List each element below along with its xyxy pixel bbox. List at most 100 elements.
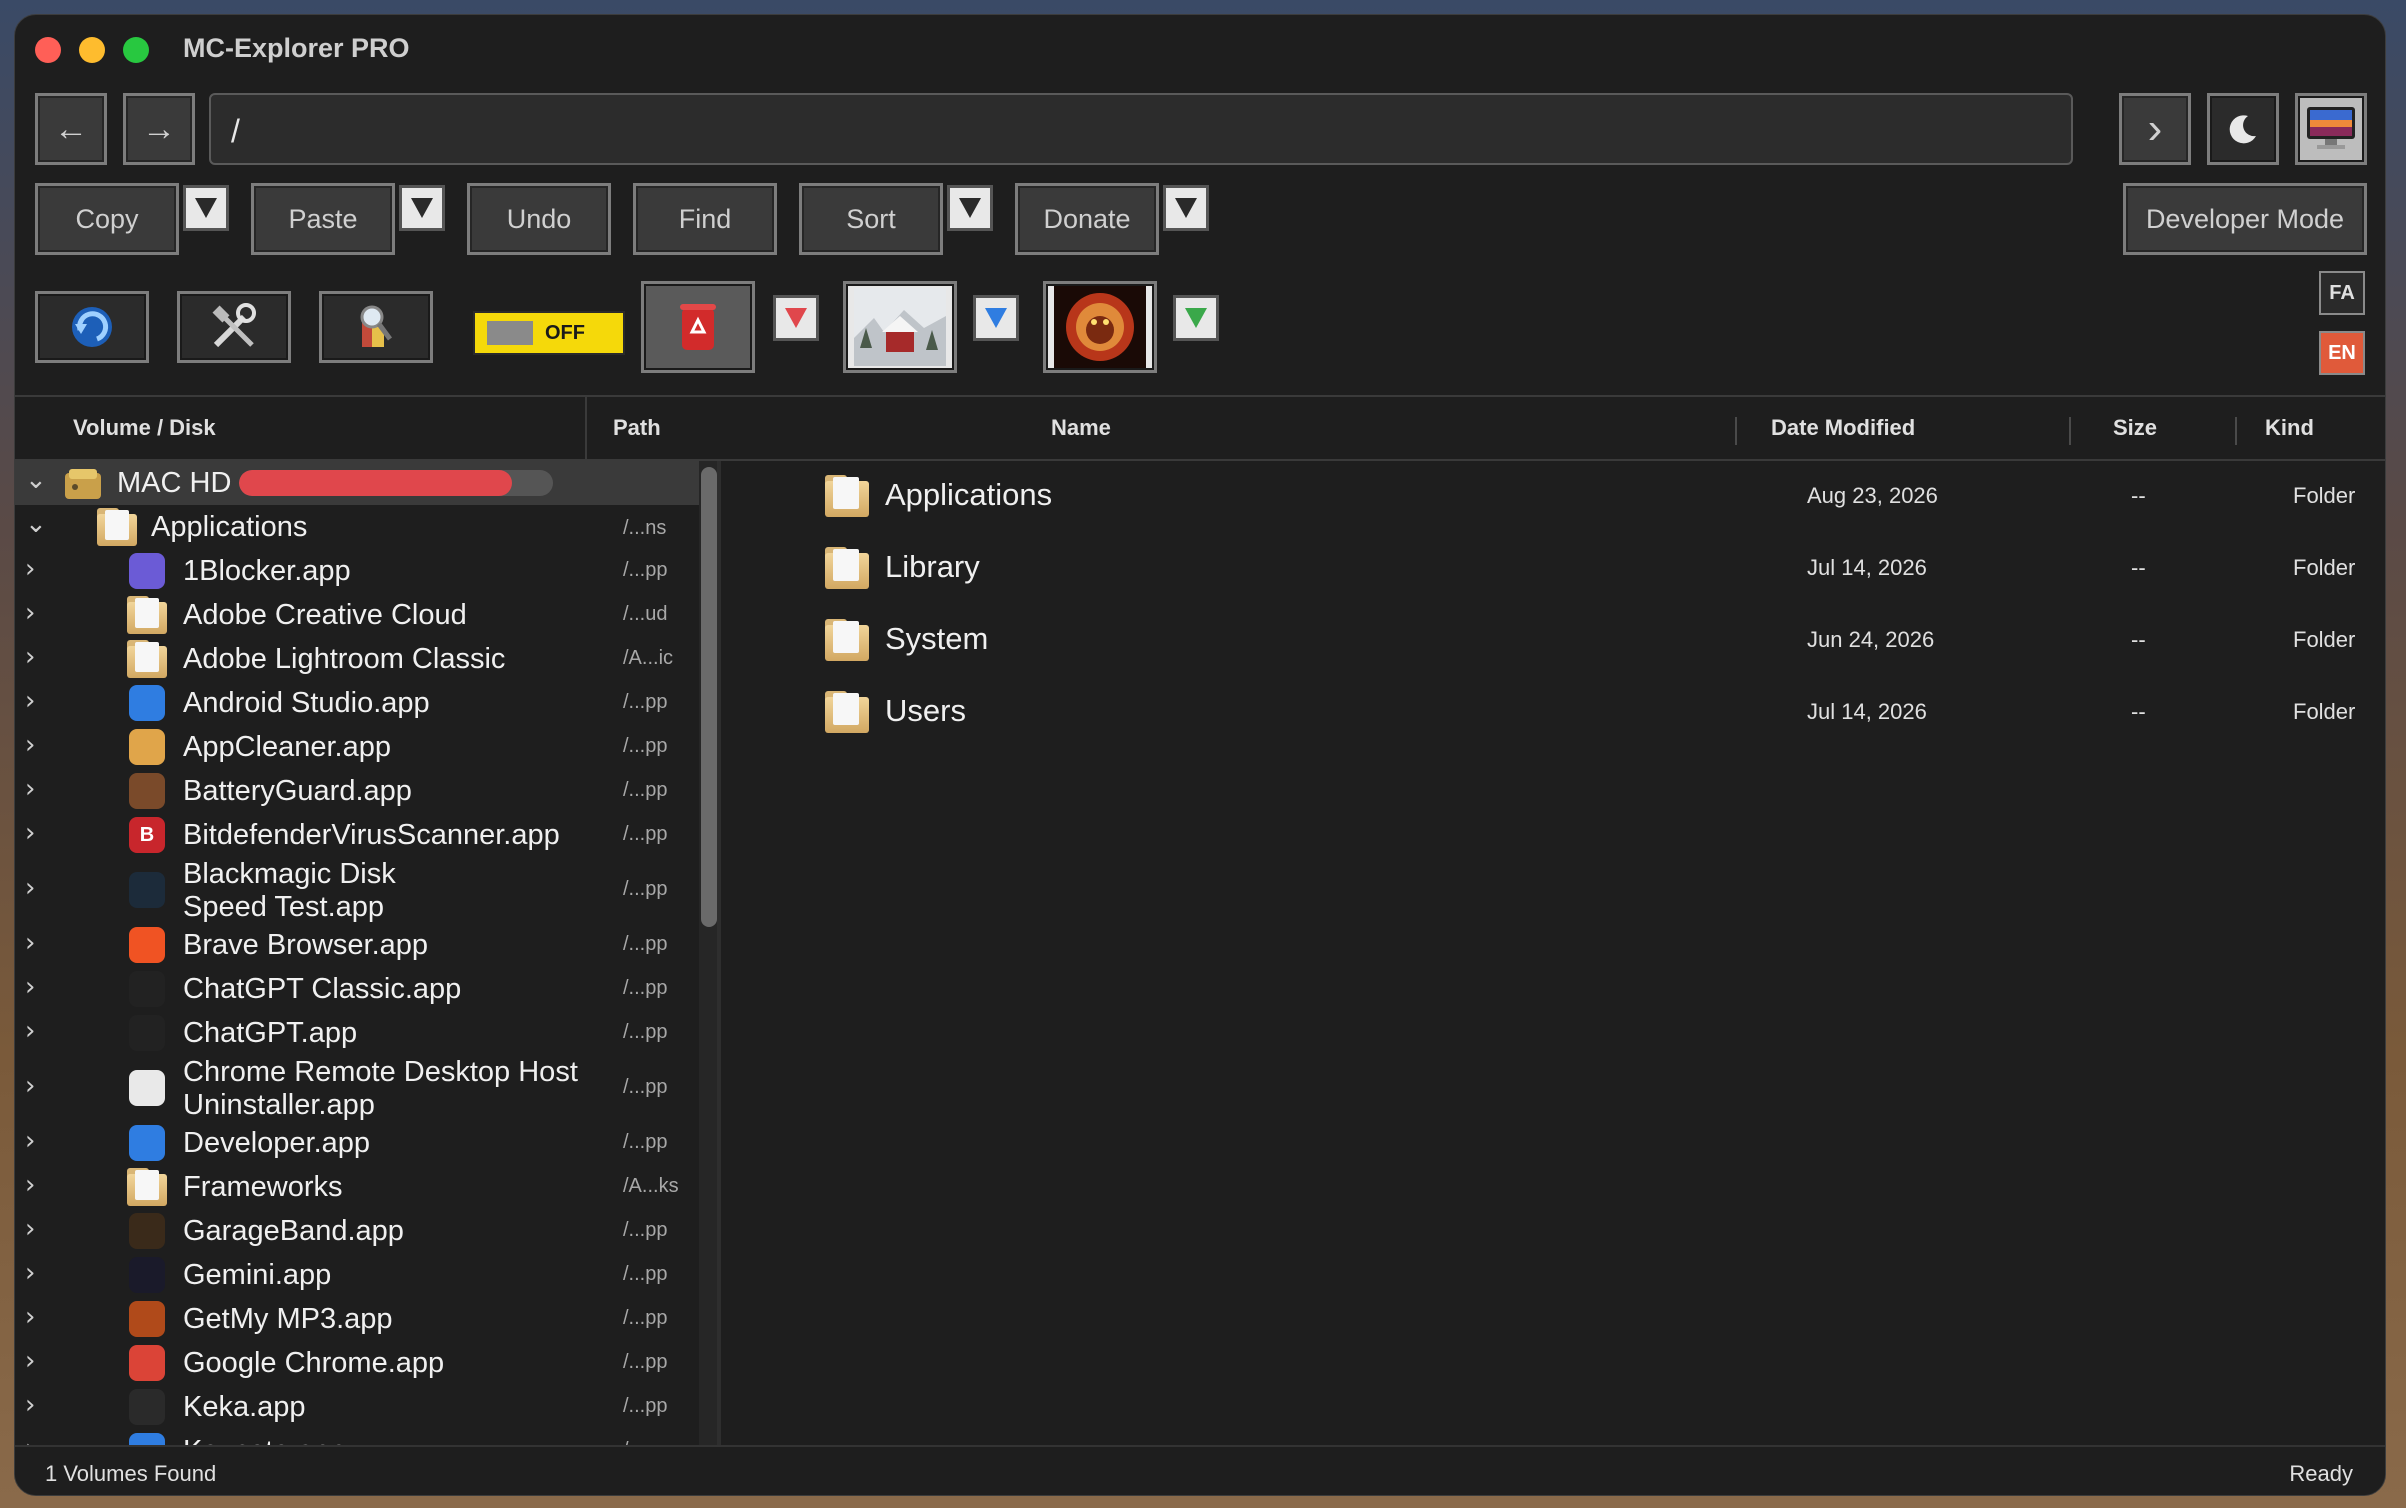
tree-item-label: Android Studio.app [183,687,430,719]
theme-dropdown[interactable] [1173,295,1219,341]
chevron-right-icon[interactable]: › [25,1302,35,1332]
power-toggle[interactable]: OFF [473,311,625,355]
tree-row[interactable]: › Google Chrome.app /...pp [15,1341,695,1385]
tree-row[interactable]: › 1Blocker.app /...pp [15,549,695,593]
chevron-right-icon[interactable]: › [25,1126,35,1156]
tree-row[interactable]: › ChatGPT Classic.app /...pp [15,967,695,1011]
tree-row[interactable]: › Brave Browser.app /...pp [15,923,695,967]
chevron-right-icon[interactable]: › [25,642,35,672]
tree-row[interactable]: › BatteryGuard.app /...pp [15,769,695,813]
tree-row[interactable]: › Blackmagic Disk Speed Test.app /...pp [15,857,695,923]
trash-button[interactable] [641,281,755,373]
copy-dropdown[interactable] [183,185,229,231]
paste-dropdown[interactable] [399,185,445,231]
chevron-right-icon[interactable]: › [25,554,35,584]
close-button[interactable] [35,37,61,63]
size-column-header[interactable]: Size [2113,415,2157,441]
sort-button[interactable]: Sort [799,183,943,255]
kind-column-header[interactable]: Kind [2265,415,2314,441]
trash-dropdown[interactable] [773,295,819,341]
column-divider[interactable] [2069,417,2071,445]
donate-dropdown[interactable] [1163,185,1209,231]
file-name: Applications [885,477,1053,512]
pane-divider[interactable] [717,461,721,1457]
chevron-down-icon[interactable]: ⌄ [25,465,47,495]
tree-item-label: ChatGPT.app [183,1017,358,1049]
lang-en-button[interactable]: EN [2319,331,2365,375]
dark-mode-button[interactable] [2207,93,2279,165]
chevron-right-icon[interactable]: › [25,598,35,628]
volume-column-header[interactable]: Volume / Disk [73,415,216,441]
folder-icon [825,691,869,733]
tree-row[interactable]: › Adobe Creative Cloud /...ud [15,593,695,637]
theme-lion-button[interactable] [1043,281,1157,373]
volume-row[interactable]: ⌄ MAC HD [15,461,699,505]
chevron-right-icon[interactable]: › [25,1258,35,1288]
chevron-right-icon[interactable]: › [25,1346,35,1376]
tools-button[interactable] [177,291,291,363]
tree-row[interactable]: › ChatGPT.app /...pp [15,1011,695,1055]
tree-row[interactable]: › GarageBand.app /...pp [15,1209,695,1253]
column-divider[interactable] [1735,417,1737,445]
column-divider[interactable] [585,395,587,461]
dropdown-arrow-icon [1175,198,1197,218]
inspector-button[interactable] [319,291,433,363]
file-row[interactable]: System Jun 24, 2026 -- Folder [735,609,2375,671]
winter-house-image [854,288,946,366]
chevron-right-icon[interactable]: › [25,1170,35,1200]
tree-row[interactable]: › Android Studio.app /...pp [15,681,695,725]
wallpaper-winter-button[interactable] [843,281,957,373]
tree-item-label: Developer.app [183,1127,371,1159]
forward-button[interactable]: → [123,93,195,165]
lang-fa-button[interactable]: FA [2319,271,2365,315]
tree-row[interactable]: › GetMy MP3.app /...pp [15,1297,695,1341]
refresh-button[interactable] [35,291,149,363]
donate-button[interactable]: Donate [1015,183,1159,255]
chevron-right-icon[interactable]: › [25,818,35,848]
chatgpt-icon [129,1015,165,1051]
zoom-button[interactable] [123,37,149,63]
chevron-right-icon[interactable]: › [25,873,35,903]
file-date: Jul 14, 2026 [1807,699,1927,724]
chevron-right-icon[interactable]: › [25,730,35,760]
tree-row[interactable]: › Frameworks/A...ks [15,1165,695,1209]
wallpaper-dropdown[interactable] [973,295,1019,341]
tree-row[interactable]: › Adobe Lightroom Classic/A...ic [15,637,695,681]
chevron-right-icon[interactable]: › [25,1214,35,1244]
dropdown-arrow-icon [959,198,981,218]
copy-button[interactable]: Copy [35,183,179,255]
back-button[interactable]: ← [35,93,107,165]
display-button[interactable] [2295,93,2367,165]
tree-row[interactable]: › AppCleaner.app /...pp [15,725,695,769]
tree-row-applications[interactable]: ⌄ Applications /...ns [15,505,695,549]
sort-dropdown[interactable] [947,185,993,231]
file-row[interactable]: Library Jul 14, 2026 -- Folder [735,537,2375,599]
chevron-right-icon[interactable]: › [25,1390,35,1420]
date-column-header[interactable]: Date Modified [1771,415,1915,441]
go-button[interactable]: › [2119,93,2191,165]
tree-scrollbar-thumb[interactable] [701,467,717,927]
name-column-header[interactable]: Name [1051,415,1111,441]
tree-row[interactable]: › Keka.app /...pp [15,1385,695,1429]
file-row[interactable]: Applications Aug 23, 2026 -- Folder [735,465,2375,527]
chevron-right-icon[interactable]: › [25,686,35,716]
developer-mode-button[interactable]: Developer Mode [2123,183,2367,255]
tree-row[interactable]: › Chrome Remote Desktop Host Uninstaller.a… [15,1055,695,1121]
chevron-down-icon[interactable]: ⌄ [25,509,47,539]
chevron-right-icon[interactable]: › [25,1016,35,1046]
path-column-header[interactable]: Path [613,415,661,441]
chevron-right-icon[interactable]: › [25,774,35,804]
column-divider[interactable] [2235,417,2237,445]
tree-row[interactable]: › B BitdefenderVirusScanner.app /...pp [15,813,695,857]
chevron-right-icon[interactable]: › [25,928,35,958]
undo-button[interactable]: Undo [467,183,611,255]
file-row[interactable]: Users Jul 14, 2026 -- Folder [735,681,2375,743]
chevron-right-icon[interactable]: › [25,972,35,1002]
minimize-button[interactable] [79,37,105,63]
chevron-right-icon[interactable]: › [25,1071,35,1101]
paste-button[interactable]: Paste [251,183,395,255]
tree-row[interactable]: › Gemini.app /...pp [15,1253,695,1297]
path-input[interactable]: / [209,93,2073,165]
tree-row[interactable]: › Developer.app /...pp [15,1121,695,1165]
find-button[interactable]: Find [633,183,777,255]
